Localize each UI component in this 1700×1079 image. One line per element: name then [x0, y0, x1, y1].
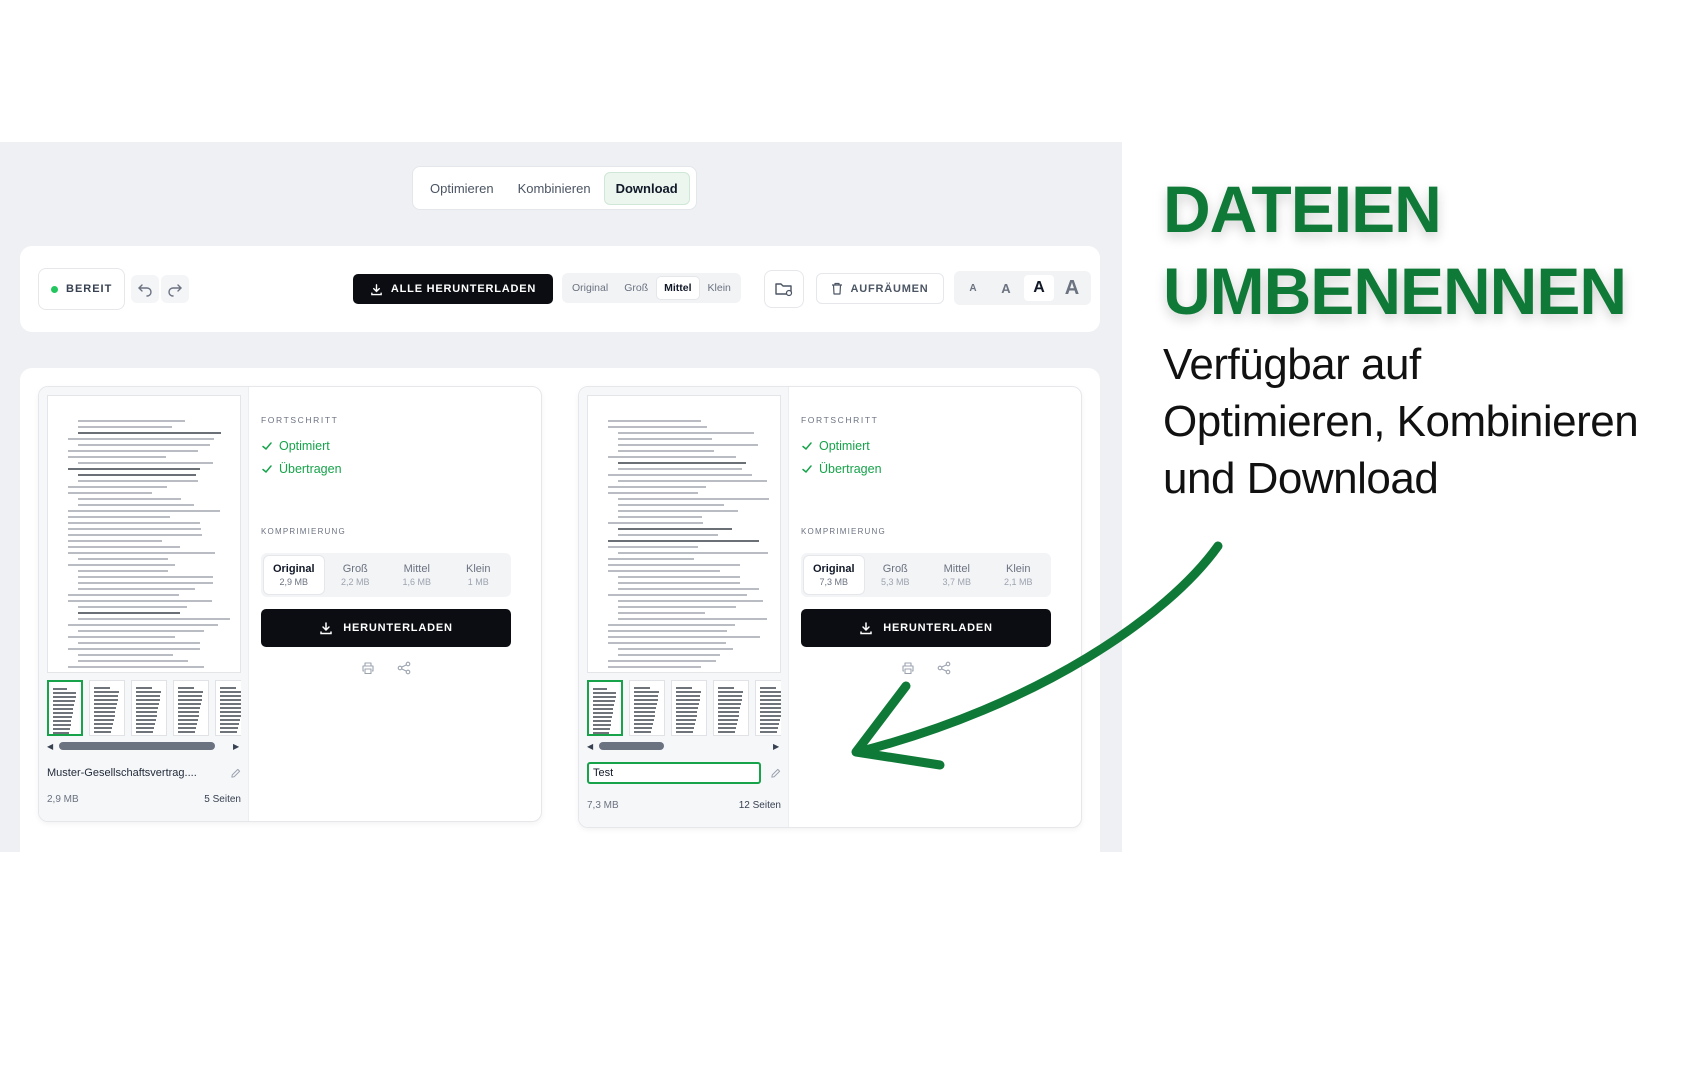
file-preview-column: ◀ ▶ Muster-Gesellschaftsvertrag.... 2,9 …	[39, 387, 249, 821]
size-option-large[interactable]: Groß	[617, 277, 655, 299]
page-thumbnail[interactable]	[587, 680, 623, 736]
redo-icon	[168, 284, 182, 297]
check-icon	[802, 442, 812, 451]
thumbnail-scrollbar[interactable]: ◀ ▶	[587, 741, 781, 751]
page-thumbnail[interactable]	[89, 680, 125, 736]
check-icon	[262, 442, 272, 451]
promo-subline-line-1: Verfügbar auf	[1163, 340, 1421, 389]
progress-transferred: Übertragen	[801, 462, 882, 476]
scroll-left-icon[interactable]: ◀	[587, 742, 595, 751]
page-count: 12 Seiten	[738, 800, 781, 811]
file-size: 2,9 MB	[47, 794, 79, 805]
mode-tabs: Optimieren Kombinieren Download	[412, 166, 697, 210]
compression-option-medium[interactable]: Mittel 1,6 MB	[387, 556, 447, 594]
font-size-l[interactable]: A	[1057, 275, 1087, 301]
promo-subline-line-3: und Download	[1163, 454, 1439, 503]
size-option-small[interactable]: Klein	[701, 277, 738, 299]
page-thumbnail[interactable]	[47, 680, 83, 736]
page-thumbnail[interactable]	[215, 680, 241, 736]
print-icon[interactable]	[361, 661, 375, 675]
undo-button[interactable]	[131, 275, 159, 303]
cleanup-button[interactable]: AUFRÄUMEN	[816, 273, 944, 304]
file-size: 7,3 MB	[587, 800, 619, 811]
status-label: BEREIT	[66, 283, 113, 295]
check-icon	[262, 465, 272, 474]
compression-option-small[interactable]: Klein 1 MB	[449, 556, 509, 594]
status-badge: BEREIT	[38, 268, 126, 310]
page-thumbnail[interactable]	[671, 680, 707, 736]
page-thumbnail[interactable]	[629, 680, 665, 736]
history-controls	[131, 268, 189, 310]
scroll-right-icon[interactable]: ▶	[233, 742, 241, 751]
file-name-row: Muster-Gesellschaftsvertrag....	[47, 761, 241, 785]
page-thumbnails	[587, 680, 781, 738]
scroll-left-icon[interactable]: ◀	[47, 742, 55, 751]
check-icon	[802, 465, 812, 474]
redo-button[interactable]	[161, 275, 189, 303]
compression-option-original[interactable]: Original 2,9 MB	[264, 556, 324, 594]
page-thumbnail[interactable]	[131, 680, 167, 736]
compression-selector: Original 2,9 MB Groß 2,2 MB Mittel 1,6 MB K…	[261, 553, 511, 597]
promo-subline-line-2: Optimieren, Kombinieren	[1163, 397, 1639, 446]
tab-combine[interactable]: Kombinieren	[507, 173, 602, 204]
compression-option-large[interactable]: Groß 2,2 MB	[326, 556, 386, 594]
thumbnail-scrollbar[interactable]: ◀ ▶	[47, 741, 241, 751]
page-preview[interactable]	[47, 395, 241, 673]
file-card: ◀ ▶ Muster-Gesellschaftsvertrag.... 2,9 …	[38, 386, 542, 822]
promo-subline: Verfügbar auf Optimieren, Kombinieren un…	[1163, 336, 1693, 507]
file-name-row	[587, 761, 781, 785]
size-selector: Original Groß Mittel Klein	[562, 273, 741, 303]
stage: Optimieren Kombinieren Download BEREIT A…	[0, 0, 1700, 1079]
promo-headline-line-2: UMBENENNEN	[1163, 254, 1627, 328]
size-option-original[interactable]: Original	[565, 277, 615, 299]
page-count: 5 Seiten	[204, 794, 241, 805]
toolbar: BEREIT ALLE HERUNTERLADEN Original Groß …	[20, 246, 1100, 332]
download-icon	[371, 283, 382, 295]
download-button[interactable]: HERUNTERLADEN	[261, 609, 511, 647]
progress-label: FORTSCHRITT	[801, 415, 879, 425]
progress-label: FORTSCHRITT	[261, 415, 339, 425]
font-size-s[interactable]: A	[991, 275, 1021, 301]
file-meta: 7,3 MB 12 Seiten	[587, 800, 781, 811]
compression-label: KOMPRIMIERUNG	[801, 527, 886, 536]
share-icon[interactable]	[397, 661, 411, 675]
file-meta: 2,9 MB 5 Seiten	[47, 794, 241, 805]
undo-icon	[138, 284, 152, 297]
font-size-m[interactable]: A	[1024, 275, 1054, 301]
file-name-input[interactable]	[587, 762, 761, 784]
promo-headline: DATEIEN UMBENENNEN	[1163, 168, 1683, 332]
scroll-right-icon[interactable]: ▶	[773, 742, 781, 751]
tab-optimize[interactable]: Optimieren	[419, 173, 505, 204]
page-thumbnail[interactable]	[755, 680, 781, 736]
cleanup-label: AUFRÄUMEN	[850, 282, 929, 295]
page-thumbnails	[47, 680, 241, 738]
font-size-xs[interactable]: A	[958, 275, 988, 301]
download-all-label: ALLE HERUNTERLADEN	[390, 283, 537, 295]
download-all-button[interactable]: ALLE HERUNTERLADEN	[353, 274, 553, 304]
compression-label: KOMPRIMIERUNG	[261, 527, 346, 536]
page-preview[interactable]	[587, 395, 781, 673]
page-thumbnail[interactable]	[713, 680, 749, 736]
file-actions	[261, 661, 511, 675]
progress-optimized: Optimiert	[261, 439, 330, 453]
folder-settings-button[interactable]	[764, 270, 804, 308]
file-name[interactable]: Muster-Gesellschaftsvertrag....	[47, 767, 197, 779]
status-dot-icon	[51, 285, 58, 293]
file-preview-column: ◀ ▶ 7,3 MB 12 Seiten	[579, 387, 789, 827]
download-icon	[320, 622, 333, 635]
trash-icon	[832, 282, 843, 295]
file-details: FORTSCHRITT Optimiert Übertragen KOMPRIM…	[261, 387, 527, 821]
folder-gear-icon	[775, 283, 793, 297]
progress-optimized: Optimiert	[801, 439, 870, 453]
font-size-selector: A A A A	[954, 271, 1091, 305]
pencil-icon[interactable]	[230, 768, 241, 779]
progress-transferred: Übertragen	[261, 462, 342, 476]
size-option-medium[interactable]: Mittel	[657, 277, 699, 299]
page-thumbnail[interactable]	[173, 680, 209, 736]
pointer-arrow-icon	[851, 541, 1223, 770]
promo-headline-line-1: DATEIEN	[1163, 172, 1442, 246]
pencil-icon[interactable]	[770, 768, 781, 779]
tab-download[interactable]: Download	[603, 171, 690, 205]
